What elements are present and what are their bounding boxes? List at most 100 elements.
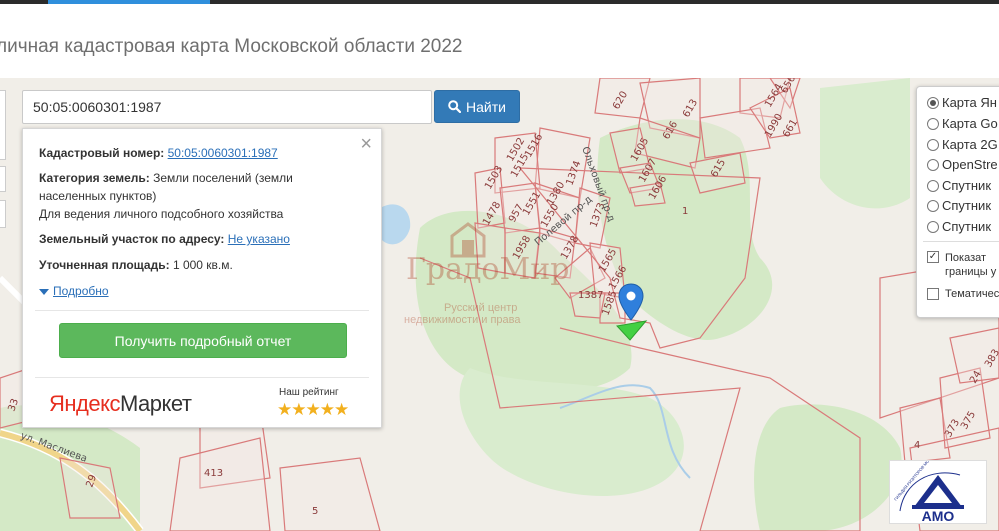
cadastral-number-link[interactable]: 50:05:0060301:1987 [168,146,278,160]
land-category-row: Категория земель: Земли поселений (земли [39,169,293,187]
address-row: Земельный участок по адресу: Не указано [39,230,290,248]
radio-icon[interactable] [927,179,939,192]
parcel-label[interactable]: 33 [6,397,21,413]
street-label: ул. Маслиева [19,430,89,464]
parcel-label[interactable]: 373 [943,417,962,439]
area-value: 1 000 кв.м. [172,258,233,272]
parcel-label[interactable]: 413 [204,468,223,479]
parcel-label[interactable]: 1 [682,206,688,217]
layer-option[interactable]: Карта 2G [927,137,998,152]
radio-icon[interactable] [927,220,939,233]
layer-option[interactable]: Спутник [927,198,991,213]
divider [923,241,999,242]
parcel-label[interactable]: 383 [983,347,999,369]
parcel-label[interactable]: 1387 [578,290,603,301]
cadastral-number-label: Кадастровый номер: [39,146,165,160]
parcel-label[interactable]: 1374 [564,159,583,187]
watermark-sub-line: недвижимости и права [404,314,521,326]
parcel-label[interactable]: 29 [84,473,99,489]
radio-icon[interactable] [927,158,939,171]
top-bar-accent [48,0,210,4]
layer-label: Спутник [942,178,992,193]
parcel-label[interactable]: 375 [959,409,978,431]
caret-down-icon [39,288,49,295]
gradomir-watermark: ГрадоМир Русский центр недвижимости и пр… [400,222,570,332]
watermark-sub: Русский центр недвижимости и права [404,302,521,326]
thematic-checkbox-row[interactable]: Тематичес [927,288,999,300]
map-tool-button[interactable] [0,200,6,228]
layer-switcher: Карта Ян Карта Go Карта 2G OpenStre Спут… [916,86,999,318]
parcel-label[interactable]: 1606 [647,174,669,202]
close-icon[interactable]: × [360,133,372,156]
search-button-label: Найти [466,98,506,115]
parcel-label[interactable]: 1503 [483,164,505,192]
amo-emblem-icon: АМО ГИЛЬДИЯ РИЭЛТОРОВ МОСКОВСКОЙ ОБЛАСТИ [893,426,964,524]
layer-option[interactable]: Карта Go [927,116,998,131]
more-link[interactable]: Подробно [53,284,109,298]
radio-icon[interactable] [927,199,939,212]
cadastral-search-input[interactable] [22,90,432,124]
parcel-label[interactable]: 4 [914,440,920,451]
page-title: личная кадастровая карта Московской обла… [0,36,463,57]
rating-stars[interactable]: ★★★★★ [277,400,349,420]
layer-label: Карта Go [942,116,998,131]
boundaries-label-line: границы у [945,266,997,278]
layer-option[interactable]: OpenStre [927,157,998,172]
layer-option[interactable]: Карта Ян [927,95,997,110]
parcel-label[interactable]: 615 [709,157,728,179]
parcel-label[interactable]: 661 [781,117,800,139]
zoom-control[interactable] [0,90,6,160]
layer-label: Карта 2G [942,137,998,152]
parcel-label[interactable]: 1551 [521,190,543,218]
divider [35,377,369,378]
cadastral-number-row: Кадастровый номер: 50:05:0060301:1987 [39,144,278,162]
address-link[interactable]: Не указано [228,232,290,246]
area-row: Уточненная площадь: 1 000 кв.м. [39,256,233,274]
rating-label: Наш рейтинг [279,387,339,398]
layer-label: Спутник [942,198,992,213]
boundaries-checkbox-row[interactable]: ✓ Показат границы у [927,251,996,279]
parcel-label[interactable]: 1380 [545,180,567,208]
watermark-name: ГрадоМир [406,252,570,287]
land-category-value: Земли поселений (земли [153,171,293,185]
amo-letters: АМО [922,508,955,523]
land-usage: Для ведения личного подсобного хозяйства [39,207,284,221]
radio-icon[interactable] [927,117,939,130]
boundaries-label-line: Показат [945,252,987,264]
search-icon [448,100,462,113]
parcel-label[interactable]: 613 [681,97,700,119]
top-bar [0,0,999,4]
parcel-label[interactable]: 24 [968,369,984,386]
boundaries-label: Показат границы у [945,251,996,279]
area-label: Уточненная площадь: [39,258,170,272]
get-report-button[interactable]: Получить подробный отчет [59,323,347,358]
checkbox-icon[interactable] [927,288,939,300]
yandex-market-logo[interactable]: ЯндексМаркет [49,391,192,417]
search-button[interactable]: Найти [434,90,520,123]
parcel-label[interactable]: 620 [611,89,630,111]
radio-icon[interactable] [927,138,939,151]
radio-selected-icon[interactable] [927,96,939,109]
land-category-label: Категория земель: [39,171,150,185]
layer-option[interactable]: Спутник [927,178,991,193]
thematic-label: Тематичес [945,288,999,300]
watermark-sub-line: Русский центр [444,302,518,314]
location-marker-icon[interactable] [618,283,644,321]
more-toggle[interactable]: Подробно [39,282,109,300]
amo-logo: АМО ГИЛЬДИЯ РИЭЛТОРОВ МОСКОВСКОЙ ОБЛАСТИ [889,426,987,524]
parcel-info-popup: × Кадастровый номер: 50:05:0060301:1987 … [22,128,382,428]
address-label: Земельный участок по адресу: [39,232,225,246]
parcel-label[interactable]: 616 [661,119,680,141]
brand-black: Маркет [119,391,192,416]
brand-red: Яндекс [49,391,120,416]
layer-label: Карта Ян [942,95,997,110]
land-category-value-2: населенных пунктов) [39,189,157,203]
parcel-label[interactable]: 1516 [523,132,545,160]
map-tool-button[interactable] [0,166,6,192]
checkbox-checked-icon[interactable]: ✓ [927,251,939,263]
divider [35,310,369,311]
layer-option[interactable]: Спутник [927,219,991,234]
layer-label: Спутник [942,219,992,234]
parcel-label[interactable]: 5 [312,506,318,517]
layer-label: OpenStre [942,157,998,172]
